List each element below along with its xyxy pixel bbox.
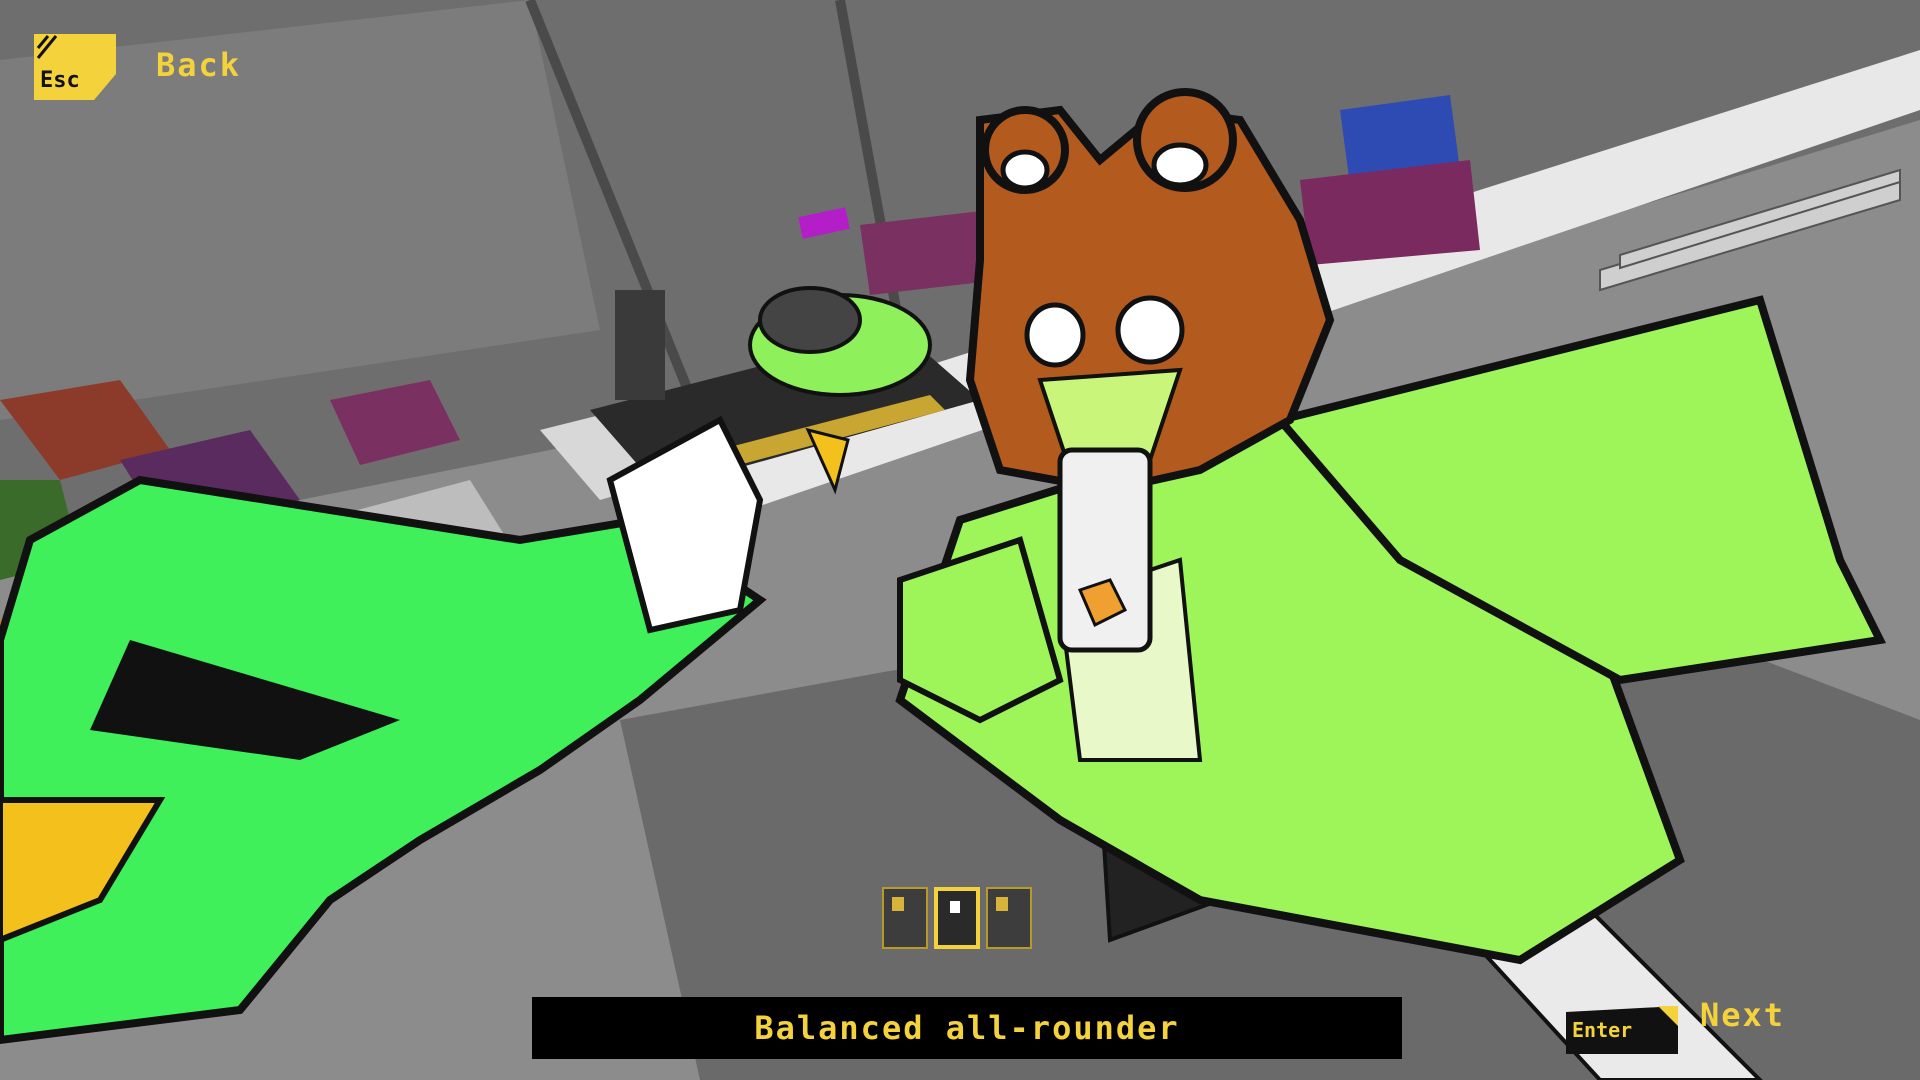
variant-slot-1[interactable] — [882, 887, 928, 949]
next-button[interactable]: Next — [1700, 996, 1785, 1034]
robot-head — [758, 286, 862, 354]
slot-pip — [950, 901, 960, 913]
variant-selector — [882, 887, 1046, 953]
description-bar: Balanced all-rounder — [532, 997, 1402, 1059]
character-select-screen: Esc Back Balanced all-rounder Enter Next — [0, 0, 1920, 1080]
slot-pip — [996, 897, 1008, 911]
character-description: Balanced all-rounder — [754, 1009, 1180, 1047]
crane-base — [615, 290, 665, 400]
back-button[interactable]: Back — [156, 46, 241, 84]
variant-slot-2-selected[interactable] — [934, 887, 980, 949]
variant-slot-3[interactable] — [986, 887, 1032, 949]
enter-key-label: Enter — [1572, 1018, 1633, 1042]
slot-pip — [892, 897, 904, 911]
esc-key-label: Esc — [40, 68, 80, 93]
